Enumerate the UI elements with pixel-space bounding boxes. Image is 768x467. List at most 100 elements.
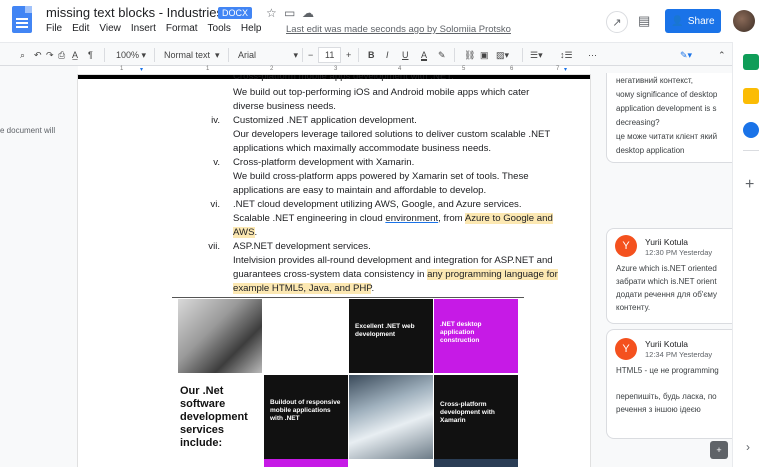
activity-icon[interactable]: ↗ — [606, 11, 628, 33]
text-run: . — [371, 283, 375, 294]
decrease-font-icon[interactable]: − — [308, 47, 313, 63]
image-icon[interactable]: ▨▾ — [496, 47, 509, 63]
editing-mode-icon[interactable]: ✎▾ — [680, 47, 692, 63]
highlight-icon[interactable]: ✎ — [438, 47, 446, 63]
list-item: applications which maximally accommodate… — [233, 143, 492, 154]
paint-format-icon[interactable]: ¶ — [88, 47, 93, 63]
comment-card[interactable]: Y Yurii Kotula 12:30 PM Yesterday Azure … — [606, 228, 736, 324]
list-item: applications are easy to maintain and af… — [233, 185, 487, 196]
commented-text[interactable]: any programming language for — [427, 269, 558, 280]
menu-file[interactable]: File — [46, 23, 62, 34]
comment-text: decreasing? — [616, 118, 660, 127]
divider — [358, 48, 359, 62]
text-run: guarantees cross-system data consistency… — [233, 269, 428, 280]
indent-marker-icon[interactable]: ▾ — [140, 66, 143, 73]
link-icon[interactable]: ⛓ — [464, 47, 475, 63]
redo-icon[interactable]: ↷ — [46, 47, 54, 63]
underline-button[interactable]: U — [402, 47, 409, 63]
ruler-tick: 5 — [462, 66, 466, 72]
divider — [154, 48, 155, 62]
last-edit-link[interactable]: Last edit was made seconds ago by Solomi… — [286, 24, 511, 35]
xamarin-cell: Cross-platform development with Xamarin — [434, 375, 518, 467]
document-page[interactable]: Cross-platform mobile apps development w… — [78, 75, 590, 467]
share-button[interactable]: 👤 Share — [665, 9, 721, 33]
title-bar: missing text blocks - Industries DOCX ☆ … — [0, 0, 768, 42]
services-infographic[interactable]: Excellent .NET web development .NET desk… — [172, 297, 524, 467]
list-number: v. — [213, 157, 220, 168]
right-indent-marker-icon[interactable]: ▾ — [564, 66, 567, 73]
menu-edit[interactable]: Edit — [72, 23, 89, 34]
docs-logo-icon[interactable] — [12, 6, 32, 33]
text-color-button[interactable]: A — [421, 47, 427, 63]
web-dev-cell: Excellent .NET web development — [349, 299, 433, 373]
list-number: vi. — [210, 199, 220, 210]
align-icon[interactable]: ☰▾ — [530, 47, 543, 63]
italic-button[interactable]: I — [386, 47, 389, 63]
ruler-tick: 1 — [206, 66, 210, 72]
expand-panel-icon[interactable]: › — [746, 440, 750, 454]
collapse-toolbar-icon[interactable]: ⌃ — [718, 47, 726, 63]
comment-history-icon[interactable]: ▤ — [638, 13, 650, 29]
keep-icon[interactable] — [743, 88, 759, 104]
print-icon[interactable]: ⎙ — [58, 47, 65, 63]
blank-cell — [264, 299, 348, 373]
lock-icon: 👤 — [671, 15, 684, 27]
list-item: Cross-platform development with Xamarin. — [233, 157, 415, 168]
sheets-icon[interactable] — [743, 54, 759, 70]
style-select[interactable]: Normal text ▾ — [164, 47, 220, 63]
commented-text[interactable]: AWS — [233, 227, 255, 238]
tasks-icon[interactable] — [743, 122, 759, 138]
comment-text: application development is s — [616, 104, 717, 113]
add-addon-icon[interactable]: + — [745, 176, 754, 194]
star-icon[interactable]: ☆ — [266, 6, 277, 20]
more-options-icon[interactable]: ⋯ — [588, 47, 597, 63]
commenter-avatar: Y — [615, 338, 637, 360]
cell-label: Excellent .NET web development — [355, 323, 415, 338]
spellcheck-icon[interactable]: A̲ — [72, 47, 78, 63]
comment-card[interactable]: негативний контекст, чому significance o… — [606, 73, 736, 163]
move-folder-icon[interactable]: ▭ — [284, 6, 295, 20]
menu-insert[interactable]: Insert — [131, 23, 156, 34]
menu-help[interactable]: Help — [241, 23, 262, 34]
menu-format[interactable]: Format — [166, 23, 198, 34]
desktop-app-cell: .NET desktop application construction — [434, 299, 518, 373]
search-menus-icon[interactable]: ⌕ — [20, 47, 25, 63]
cell-label: .NET desktop application construction — [440, 321, 482, 344]
divider — [104, 48, 105, 62]
list-item: Intelvision provides all-round developme… — [233, 255, 553, 266]
increase-font-icon[interactable]: + — [346, 47, 351, 63]
add-comment-icon[interactable]: + — [710, 441, 728, 459]
comment-time: 12:30 PM Yesterday — [645, 248, 713, 257]
commented-text[interactable]: example HTML5, Java, and PHP — [233, 283, 372, 294]
mobile-app-cell: Buildout of responsive mobile applicatio… — [264, 375, 348, 467]
comment-text: негативний контекст, — [616, 76, 693, 85]
account-avatar[interactable] — [733, 10, 755, 32]
commented-text[interactable]: Azure to Google and — [464, 213, 553, 224]
spelling-flag[interactable]: environment — [385, 213, 438, 224]
horizontal-ruler[interactable]: ▾ 1 1 2 3 4 5 6 7 ▾ — [78, 66, 590, 75]
bold-button[interactable]: B — [368, 47, 375, 63]
divider — [228, 48, 229, 62]
menu-tools[interactable]: Tools — [208, 23, 231, 34]
font-value: Arial — [238, 50, 257, 60]
undo-icon[interactable]: ↶ — [34, 47, 42, 63]
comment-text: забрати which is.NET orient — [616, 277, 717, 286]
divider — [522, 48, 523, 62]
comment-text: перепишіть, будь ласка, по — [616, 392, 717, 401]
line-spacing-icon[interactable]: ↕☰ — [560, 47, 573, 63]
comment-card[interactable]: Y Yurii Kotula 12:34 PM Yesterday HTML5 … — [606, 329, 736, 439]
cloud-status-icon[interactable]: ☁ — [302, 6, 314, 20]
font-select[interactable]: Arial ▾ — [238, 47, 298, 63]
ruler-tick: 1 — [120, 66, 124, 72]
heading-line: services — [180, 424, 225, 436]
zoom-select[interactable]: 100% ▾ — [116, 47, 146, 63]
zoom-value: 100% — [116, 50, 140, 60]
list-item: .NET cloud development utilizing AWS, Go… — [233, 199, 522, 210]
font-size-input[interactable]: 11 — [318, 47, 342, 63]
comment-icon[interactable]: ▣ — [480, 47, 489, 63]
ruler-tick: 7 — [556, 66, 560, 72]
document-title[interactable]: missing text blocks - Industries — [46, 5, 223, 20]
style-value: Normal text — [164, 50, 211, 60]
list-number: vii. — [208, 241, 220, 252]
menu-view[interactable]: View — [99, 23, 121, 34]
